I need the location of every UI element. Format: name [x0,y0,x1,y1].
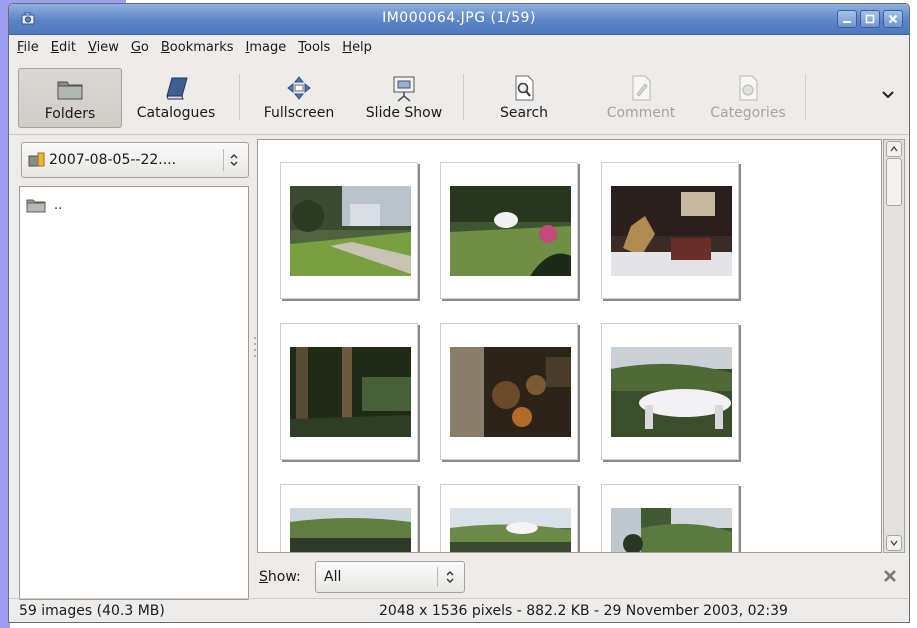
thumbnail-image [450,186,571,276]
thumbnail-image [611,508,732,552]
thumbnail-item[interactable] [440,323,578,460]
menu-edit[interactable]: Edit [51,40,76,55]
thumbnail-image [290,347,411,437]
thumbnail-image [450,347,571,437]
thumbnail-item[interactable] [440,162,578,299]
image-info-status: 2048 x 1536 pixels - 882.2 KB - 29 Novem… [379,603,788,619]
close-button[interactable] [883,10,903,28]
list-item-parent-folder[interactable]: .. [26,197,62,213]
folder-icon [57,81,83,100]
catalogues-button[interactable]: Catalogues [127,68,225,128]
image-count-status: 59 images (40.3 MB) [19,603,165,619]
show-filter-select[interactable]: All [315,561,465,593]
search-icon [515,75,534,101]
thumbnail-image [611,186,732,276]
thumbnail-item[interactable] [601,162,739,299]
menu-tools[interactable]: Tools [298,40,330,55]
scrollbar-thumb[interactable] [886,158,902,206]
scroll-down-button[interactable] [886,535,902,551]
slideshow-icon [393,76,415,102]
chevron-up-icon [890,146,898,152]
comment-button[interactable]: Comment [594,68,688,128]
search-button[interactable]: Search [481,68,567,128]
scroll-up-button[interactable] [886,141,902,157]
folder-icon [26,199,46,213]
menu-bar: File Edit View Go Bookmarks Image Tools … [9,35,909,59]
status-bar: 59 images (40.3 MB) 2048 x 1536 pixels -… [9,598,909,622]
filter-bar: Show: All [259,557,909,597]
menu-file[interactable]: File [17,40,39,55]
chevron-down-icon[interactable] [881,90,895,100]
minimize-button[interactable] [837,10,857,28]
title-bar[interactable]: IM000064.JPG (1/59) [9,4,909,35]
fullscreen-button[interactable]: Fullscreen [253,68,345,128]
chevron-down-icon [890,540,898,546]
toolbar: Folders Catalogues Fullscreen Slide Show [9,60,909,135]
combo-divider [223,149,224,171]
folders-button[interactable]: Folders [18,68,122,128]
thumbnail-grid[interactable] [257,139,882,553]
thumbnail-scrollbar[interactable] [883,139,905,553]
menu-image[interactable]: Image [246,40,287,55]
combo-divider [437,567,438,587]
up-down-arrows-icon [230,154,238,166]
thumbnail-image [611,347,732,437]
thumbnail-item[interactable] [280,162,418,299]
folder-selector[interactable]: 2007-08-05--22.... [21,142,249,178]
thumbnail-item[interactable] [440,484,578,552]
toolbar-separator [463,74,464,120]
categories-icon [739,75,758,101]
menu-help[interactable]: Help [342,40,372,55]
comment-icon [632,75,651,101]
thumbnail-item[interactable] [280,323,418,460]
fullscreen-icon [287,76,311,100]
book-icon [166,77,188,100]
toolbar-separator [239,74,240,120]
show-label: Show: [259,569,301,585]
thumbnail-item[interactable] [280,484,418,552]
thumbnail-item[interactable] [601,484,739,552]
thumbnail-image [450,508,571,552]
categories-button[interactable]: Categories [695,68,801,128]
minimize-icon [843,21,851,23]
maximize-button[interactable] [860,10,880,28]
menu-bookmarks[interactable]: Bookmarks [161,40,234,55]
menu-go[interactable]: Go [131,40,149,55]
clear-filter-icon[interactable] [883,569,897,583]
window-title: IM000064.JPG (1/59) [382,10,536,26]
thumbnail-item[interactable] [601,323,739,460]
thumbnail-image [290,186,411,276]
maximize-icon [865,14,875,24]
folder-open-icon [28,152,45,167]
menu-view[interactable]: View [88,40,119,55]
close-icon [888,14,898,24]
thumbnail-image [290,508,411,552]
slideshow-button[interactable]: Slide Show [353,68,455,128]
image-viewer-window: IM000064.JPG (1/59) File Edit View Go Bo… [8,3,910,623]
directory-list[interactable]: .. [19,186,249,600]
toolbar-separator [805,74,806,120]
up-down-arrows-icon [446,571,454,583]
